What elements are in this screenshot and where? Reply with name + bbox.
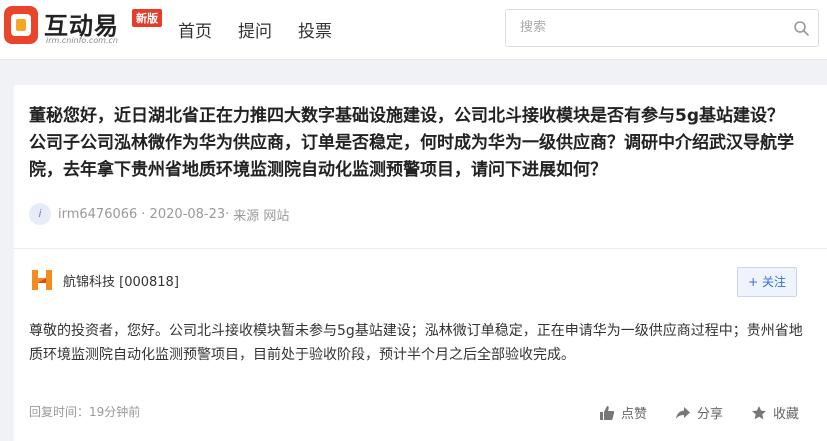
thumbs-up-icon xyxy=(599,405,615,420)
site-logo[interactable]: 互动易 irm.cninfo.com.cn 新版 xyxy=(4,6,164,48)
share-button[interactable]: 分享 xyxy=(675,403,723,422)
like-button[interactable]: 点赞 xyxy=(599,403,647,422)
company-name: 航锦科技 [000818] xyxy=(63,274,179,290)
new-version-badge: 新版 xyxy=(132,9,162,27)
company-info[interactable]: 航锦科技 [000818] xyxy=(29,267,179,293)
star-icon xyxy=(751,405,766,419)
share-icon xyxy=(675,406,690,419)
company-logo-icon xyxy=(29,267,55,293)
asker-avatar: i xyxy=(29,203,51,225)
answer-actions: 点赞 分享 收藏 xyxy=(599,403,799,422)
question-date: · 2020-08-23· xyxy=(141,206,230,222)
question-meta: i irm6476066 · 2020-08-23· 来源 网站 xyxy=(29,203,293,225)
asker-name[interactable]: irm6476066 xyxy=(58,207,137,222)
main-nav: 首页 提问 投票 xyxy=(178,17,332,42)
search-box xyxy=(505,9,819,47)
follow-button[interactable]: + 关注 xyxy=(737,267,797,297)
favorite-label: 收藏 xyxy=(772,407,799,422)
top-header: 互动易 irm.cninfo.com.cn 新版 首页 提问 投票 xyxy=(0,0,827,60)
answer-text: 尊敬的投资者，您好。公司北斗接收模块暂未参与5g基站建设；泓林微订单稳定，正在申… xyxy=(29,323,803,363)
like-label: 点赞 xyxy=(620,407,647,422)
reply-time: 回复时间：19分钟前 xyxy=(29,405,141,419)
nav-item-home[interactable]: 首页 xyxy=(178,17,212,42)
nav-item-ask[interactable]: 提问 xyxy=(238,17,272,42)
logo-domain: irm.cninfo.com.cn xyxy=(46,36,118,45)
qa-card: 董秘您好，近日湖北省正在力推四大数字基础设施建设，公司北斗接收模块是否有参与5g… xyxy=(14,85,827,441)
share-label: 分享 xyxy=(696,407,723,422)
nav-item-vote[interactable]: 投票 xyxy=(298,17,332,42)
logo-mark xyxy=(4,6,38,44)
search-icon[interactable] xyxy=(793,20,809,36)
question-text: 董秘您好，近日湖北省正在力推四大数字基础设施建设，公司北斗接收模块是否有参与5g… xyxy=(29,106,794,180)
favorite-button[interactable]: 收藏 xyxy=(751,403,799,422)
divider xyxy=(14,248,827,249)
question-source: 来源 网站 xyxy=(233,208,290,224)
search-input[interactable] xyxy=(520,20,790,35)
